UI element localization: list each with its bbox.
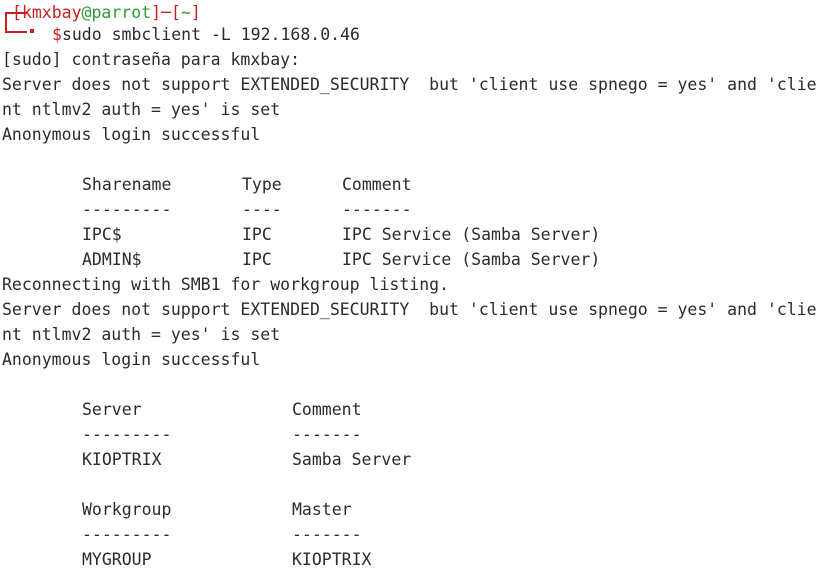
shares-header-name: Sharename [82, 175, 172, 194]
shares-divider-comment: ------- [342, 200, 412, 219]
prompt-at: @ [81, 3, 92, 22]
prompt-command-line: $sudo smbclient -L 192.168.0.46 [52, 22, 360, 47]
share-name: IPC$ [82, 225, 122, 244]
output-line: Anonymous login successful [2, 350, 261, 369]
prompt-open-bracket: [ [12, 3, 22, 22]
prompt-dollar: $ [52, 25, 62, 44]
workgroup-name: MYGROUP [82, 550, 152, 569]
terminal-window[interactable]: [kmxbay@parrot]─[~] $sudo smbclient -L 1… [0, 0, 824, 572]
shares-divider-type: ---- [242, 200, 282, 219]
output-line: Server does not support EXTENDED_SECURIT… [2, 300, 817, 319]
server-divider-comment: ------- [292, 425, 362, 444]
output-line: Reconnecting with SMB1 for workgroup lis… [2, 275, 450, 294]
shares-header-type: Type [242, 175, 282, 194]
prompt-separator: ─ [161, 3, 171, 22]
share-name: ADMIN$ [82, 250, 142, 269]
share-type: IPC [242, 225, 272, 244]
output-line: nt ntlmv2 auth = yes' is set [2, 325, 281, 344]
output-line: [sudo] contraseña para kmxbay: [2, 50, 301, 69]
prompt-close-bracket: ] [151, 3, 162, 22]
server-header-comment: Comment [292, 400, 362, 419]
output-line: nt ntlmv2 auth = yes' is set [2, 100, 281, 119]
workgroup-header-name: Workgroup [82, 500, 172, 519]
share-comment: IPC Service (Samba Server) [342, 250, 601, 269]
prompt-arrow-icon [30, 29, 34, 33]
prompt-dir-close: ] [190, 3, 201, 22]
workgroup-header-master: Master [292, 500, 352, 519]
output-line: Server does not support EXTENDED_SECURIT… [2, 75, 817, 94]
server-header-name: Server [82, 400, 142, 419]
shares-header-comment: Comment [342, 175, 412, 194]
workgroup-master: KIOPTRIX [292, 550, 372, 569]
prompt-host: parrot [91, 3, 152, 22]
share-comment: IPC Service (Samba Server) [342, 225, 601, 244]
server-divider-name: --------- [82, 425, 172, 444]
prompt-command: sudo smbclient -L 192.168.0.46 [61, 25, 360, 44]
share-type: IPC [242, 250, 272, 269]
server-name: KIOPTRIX [82, 450, 162, 469]
workgroup-divider-master: ------- [292, 525, 362, 544]
shares-divider-name: --------- [82, 200, 172, 219]
prompt-user: kmxbay [21, 3, 82, 22]
server-comment: Samba Server [292, 450, 412, 469]
output-line: Anonymous login successful [2, 125, 261, 144]
prompt-dir: ~ [180, 3, 191, 22]
workgroup-divider-name: --------- [82, 525, 172, 544]
prompt-dir-open: [ [170, 3, 181, 22]
